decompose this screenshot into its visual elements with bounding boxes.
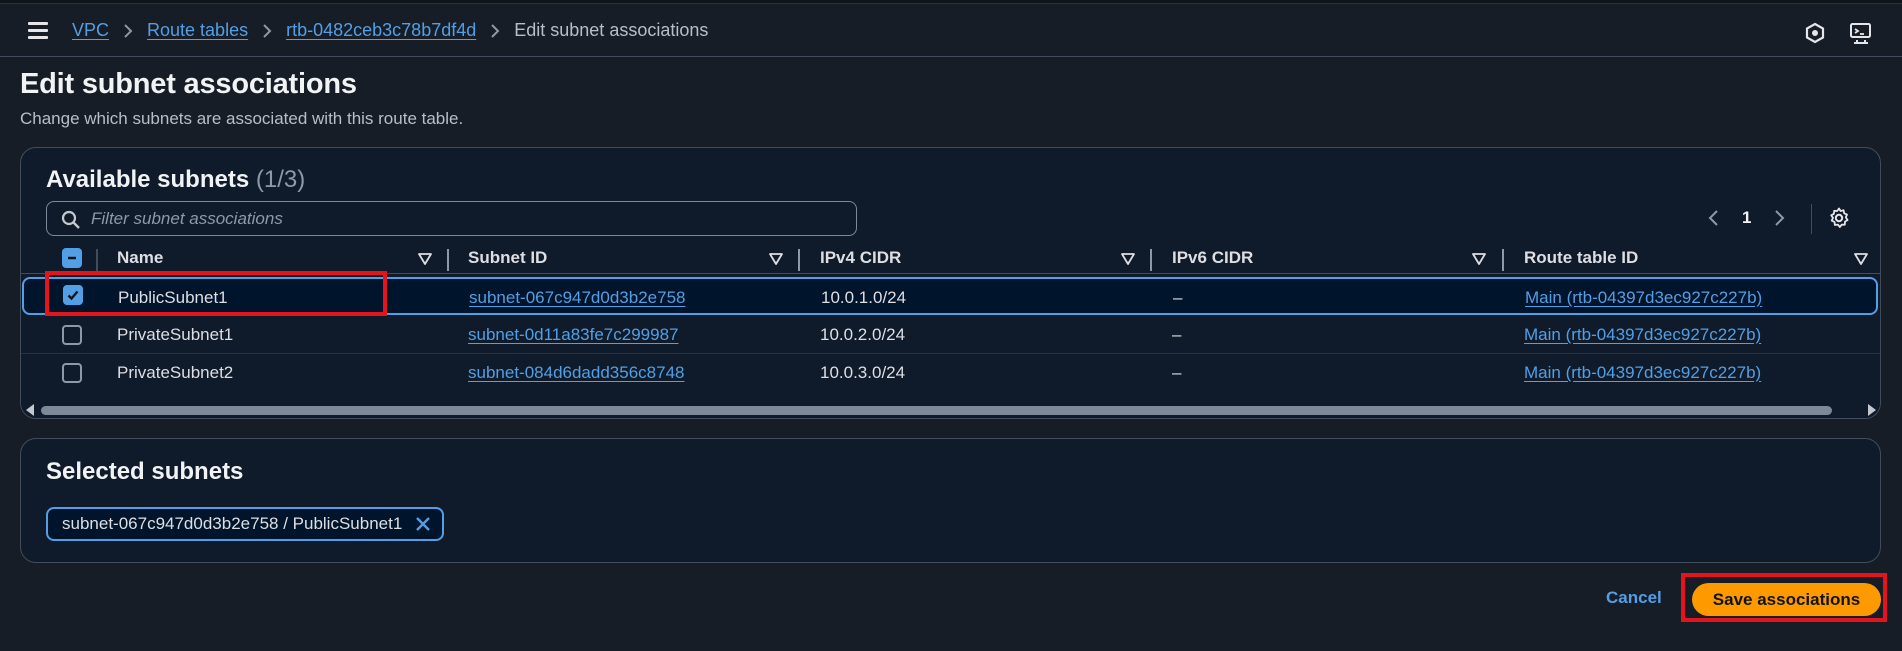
column-header-label: Name [117, 248, 164, 267]
available-subnets-heading: Available subnets (1/3) [46, 166, 305, 194]
subnet-name: PrivateSubnet1 [117, 325, 234, 344]
select-all-checkbox[interactable] [62, 248, 82, 268]
sort-icon[interactable] [418, 253, 432, 265]
column-divider [96, 249, 98, 271]
breadcrumb-current: Edit subnet associations [514, 20, 709, 40]
sort-icon[interactable] [1472, 253, 1486, 265]
selected-subnet-token: subnet-067c947d0d3b2e758 / PublicSubnet1 [46, 507, 445, 541]
route-table-link[interactable]: Main (rtb-04397d3ec927c227b) [1524, 354, 1761, 392]
chevron-left-icon[interactable] [1704, 204, 1724, 232]
chevron-right-icon [123, 4, 133, 57]
scroll-left-arrow[interactable] [26, 404, 34, 416]
sort-icon[interactable] [1121, 253, 1135, 265]
ipv4-cidr: 10.0.2.0/24 [820, 325, 906, 344]
header-bar: VPC Route tables rtb-0482ceb3c78b7df4d E… [0, 4, 1902, 57]
selected-subnets-panel: Selected subnets subnet-067c947d0d3b2e75… [20, 438, 1881, 563]
divider [1811, 204, 1812, 234]
breadcrumb-route-table-id[interactable]: rtb-0482ceb3c78b7df4d [286, 20, 476, 41]
ipv4-cidr: 10.0.3.0/24 [820, 363, 906, 382]
ipv4-cidr: 10.0.1.0/24 [821, 288, 907, 307]
subnet-id-link[interactable]: subnet-067c947d0d3b2e758 [469, 279, 685, 317]
breadcrumb-vpc[interactable]: VPC [72, 20, 109, 41]
sort-icon[interactable] [769, 253, 783, 265]
column-header-label: IPv6 CIDR [1172, 248, 1254, 267]
column-divider[interactable] [1502, 249, 1504, 271]
search-icon [61, 210, 80, 229]
column-divider[interactable] [447, 249, 449, 271]
page-title: Edit subnet associations [20, 68, 357, 100]
sort-icon[interactable] [1854, 253, 1868, 265]
close-icon[interactable] [414, 515, 432, 533]
table-row[interactable]: PublicSubnet1 subnet-067c947d0d3b2e758 1… [22, 277, 1878, 315]
available-subnets-panel: Available subnets (1/3) 1 Name Subnet ID… [20, 147, 1881, 419]
scroll-right-arrow[interactable] [1868, 404, 1876, 416]
chevron-right-icon[interactable] [1769, 204, 1789, 232]
ipv6-cidr: – [1173, 288, 1183, 307]
column-header-label: IPv4 CIDR [820, 248, 902, 267]
breadcrumb: VPC Route tables rtb-0482ceb3c78b7df4d E… [72, 4, 708, 57]
row-checkbox[interactable] [63, 285, 83, 305]
column-divider[interactable] [1150, 249, 1152, 271]
page-number[interactable]: 1 [1742, 208, 1751, 228]
column-header-ipv6[interactable]: IPv6 CIDR [1172, 242, 1253, 274]
breadcrumb-route-tables[interactable]: Route tables [147, 20, 248, 41]
subnet-name: PublicSubnet1 [118, 288, 228, 307]
scrollbar-thumb[interactable] [41, 406, 1832, 415]
column-header-name[interactable]: Name [117, 242, 163, 274]
row-checkbox[interactable] [62, 363, 82, 383]
ipv6-cidr: – [1172, 325, 1182, 344]
save-associations-button[interactable]: Save associations [1692, 583, 1881, 616]
selected-subnets-title: Selected subnets [46, 458, 244, 485]
table-row[interactable]: PrivateSubnet2 subnet-084d6dadd356c8748 … [21, 354, 1880, 392]
search-input[interactable] [91, 202, 831, 235]
subnet-name: PrivateSubnet2 [117, 363, 234, 382]
column-divider[interactable] [798, 249, 800, 271]
selection-count: (1/3) [255, 166, 306, 193]
gear-icon[interactable] [1827, 206, 1851, 230]
column-header-subnet-id[interactable]: Subnet ID [468, 242, 547, 274]
table-header: Name Subnet ID IPv4 CIDR IPv6 CIDR Route… [21, 242, 1880, 274]
available-subnets-title: Available subnets [46, 166, 250, 193]
row-checkbox[interactable] [62, 325, 82, 345]
page-description: Change which subnets are associated with… [20, 109, 464, 128]
route-table-link[interactable]: Main (rtb-04397d3ec927c227b) [1524, 316, 1761, 354]
pagination: 1 [1704, 204, 1789, 232]
feedback-icon[interactable] [1849, 21, 1873, 45]
subnet-id-link[interactable]: subnet-0d11a83fe7c299987 [468, 316, 678, 354]
menu-icon[interactable] [28, 22, 48, 40]
cloudshell-icon[interactable] [1803, 21, 1827, 45]
column-header-route-table[interactable]: Route table ID [1524, 242, 1638, 274]
chevron-right-icon [262, 4, 272, 57]
column-header-ipv4[interactable]: IPv4 CIDR [820, 242, 901, 274]
search-field[interactable] [46, 201, 857, 236]
route-table-link[interactable]: Main (rtb-04397d3ec927c227b) [1525, 279, 1762, 317]
column-header-label: Subnet ID [468, 248, 548, 267]
subnet-id-link[interactable]: subnet-084d6dadd356c8748 [468, 354, 684, 392]
column-header-label: Route table ID [1524, 248, 1639, 267]
token-label: subnet-067c947d0d3b2e758 / PublicSubnet1 [62, 514, 403, 533]
horizontal-scrollbar[interactable] [21, 399, 1880, 418]
table-row[interactable]: PrivateSubnet1 subnet-0d11a83fe7c299987 … [21, 316, 1880, 354]
chevron-right-icon [490, 4, 500, 57]
cancel-button[interactable]: Cancel [1606, 588, 1662, 608]
ipv6-cidr: – [1172, 363, 1182, 382]
